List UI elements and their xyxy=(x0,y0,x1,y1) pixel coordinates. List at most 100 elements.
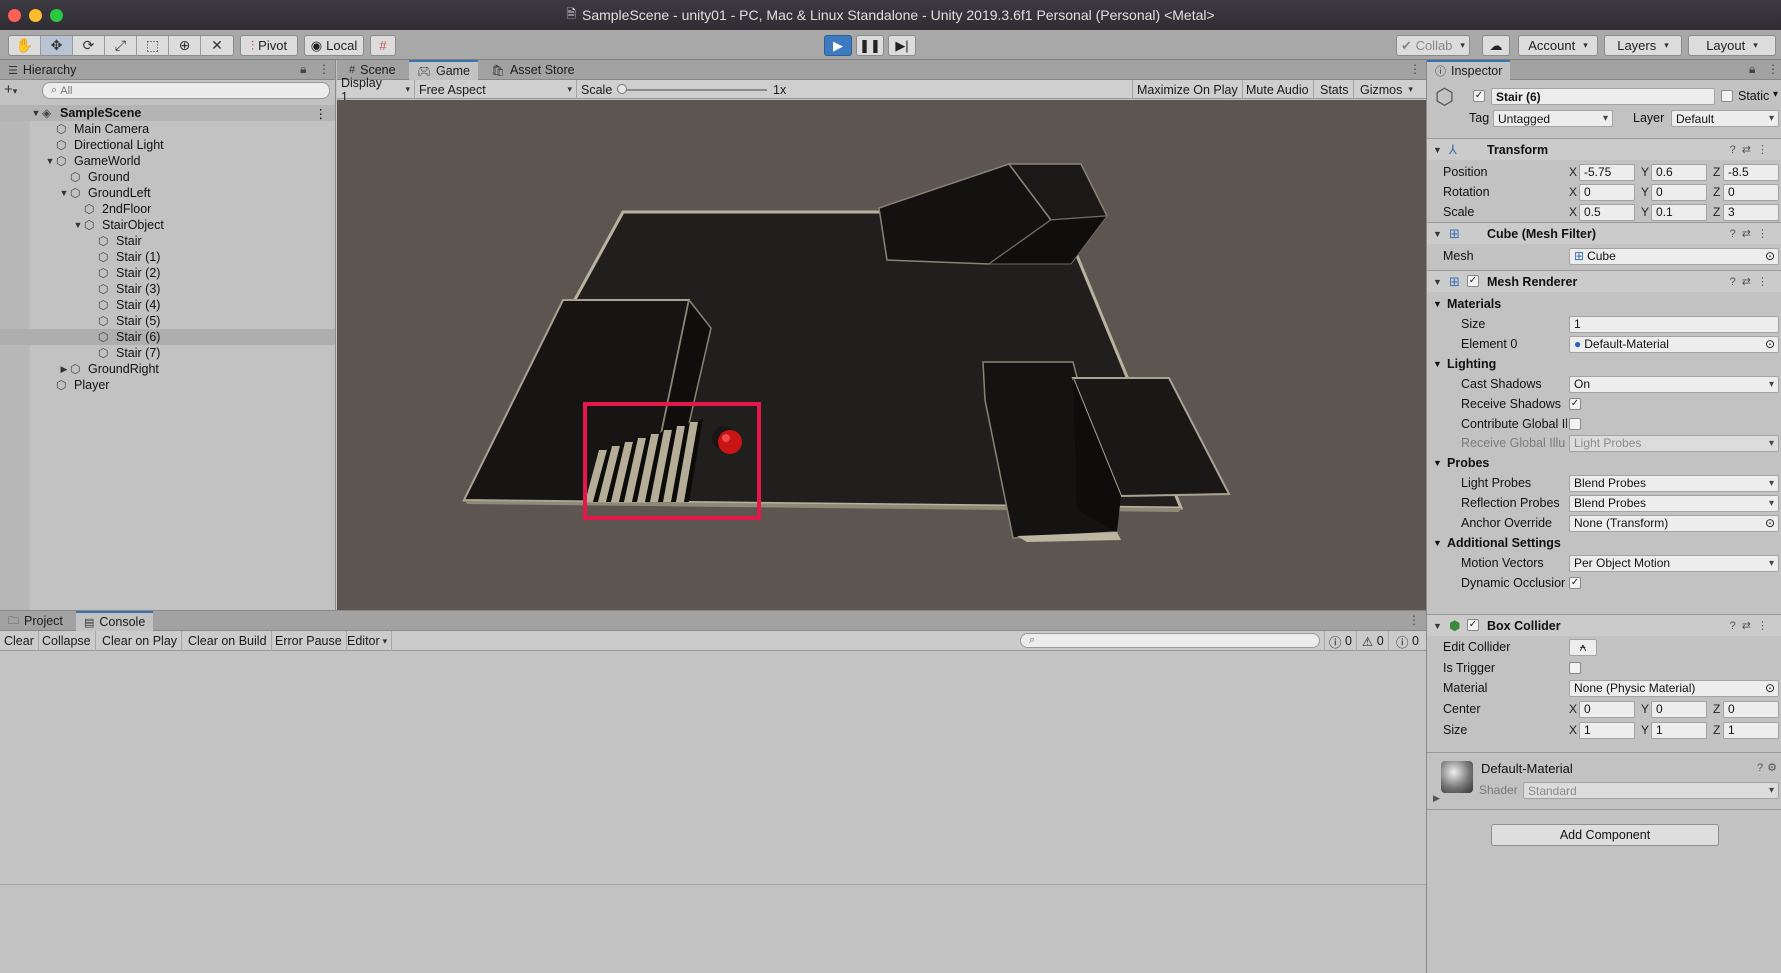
scale-x-field[interactable]: 0.5 xyxy=(1579,203,1635,221)
hierarchy-item[interactable]: ▼ ⬡ GameWorld xyxy=(0,153,335,169)
anchor-override-field[interactable]: None (Transform) ⊙ xyxy=(1569,514,1779,532)
object-name-field[interactable]: Stair (6) xyxy=(1491,88,1715,105)
custom-tool-icon[interactable]: ✕ xyxy=(201,36,233,55)
mute-audio-toggle[interactable]: Mute Audio xyxy=(1242,80,1314,99)
collider-size-y-field[interactable]: 1 xyxy=(1651,721,1707,739)
hierarchy-item[interactable]: ⬡ Stair (6) xyxy=(0,329,335,345)
add-component-button[interactable]: Add Component xyxy=(1491,824,1719,846)
expand-arrow-icon[interactable]: ▼ xyxy=(30,108,42,118)
rect-tool-icon[interactable]: ⬚ xyxy=(137,36,169,55)
step-button[interactable]: ▶| xyxy=(888,35,916,56)
tab-inspector[interactable]: ⓘ Inspector xyxy=(1427,60,1511,80)
box-collider-enabled-checkbox[interactable]: ✓ xyxy=(1467,619,1479,631)
local-toggle[interactable]: ◉ Local xyxy=(304,35,364,56)
pause-button[interactable]: ❚❚ xyxy=(856,35,884,56)
cast-shadows-dropdown[interactable]: On xyxy=(1569,375,1779,393)
mesh-field[interactable]: ⊞ Cube ⊙ xyxy=(1569,247,1779,265)
clear-on-play-toggle[interactable]: Clear on Play xyxy=(98,631,183,651)
component-tools-icons[interactable]: ?⇄⋮ xyxy=(1730,227,1774,240)
log-filter-toggle[interactable]: ⓘ 0 xyxy=(1324,631,1357,651)
light-probes-dropdown[interactable]: Blend Probes xyxy=(1569,474,1779,492)
element0-field[interactable]: ● Default-Material ⊙ xyxy=(1569,335,1779,353)
position-z-field[interactable]: -8.5 xyxy=(1723,163,1779,181)
probes-section[interactable]: ▼ Probes xyxy=(1427,453,1781,473)
layer-dropdown[interactable]: Default xyxy=(1671,110,1779,127)
scale-tool-icon[interactable]: ⤢ xyxy=(105,36,137,55)
layers-dropdown[interactable]: Layers ▾ xyxy=(1604,35,1682,56)
hierarchy-item[interactable]: ▼ ⬡ StairObject xyxy=(0,217,335,233)
collapse-toggle[interactable]: Collapse xyxy=(38,631,96,651)
layout-dropdown[interactable]: Layout ▾ xyxy=(1688,35,1776,56)
center-y-field[interactable]: 0 xyxy=(1651,700,1707,718)
materials-section[interactable]: ▼ Materials xyxy=(1427,294,1781,314)
maximize-window-button[interactable] xyxy=(50,9,63,22)
hierarchy-item[interactable]: ⬡ Stair xyxy=(0,233,335,249)
create-dropdown[interactable]: +▾ xyxy=(4,81,17,98)
expand-arrow-icon[interactable]: ▼ xyxy=(72,220,84,230)
rotation-x-field[interactable]: 0 xyxy=(1579,183,1635,201)
warning-filter-toggle[interactable]: ⚠ 0 xyxy=(1358,631,1389,651)
fold-arrow-icon[interactable]: ▼ xyxy=(1433,359,1442,369)
stats-toggle[interactable]: Stats xyxy=(1316,80,1354,99)
dynamic-occlusion-checkbox[interactable]: ✓ xyxy=(1569,577,1581,589)
fold-arrow-icon[interactable]: ▼ xyxy=(1433,145,1442,155)
play-button[interactable]: ▶ xyxy=(824,35,852,56)
aspect-dropdown[interactable]: Free Aspect ▾ xyxy=(415,80,577,99)
editor-dropdown[interactable]: Editor ▾ xyxy=(343,631,393,651)
hierarchy-item[interactable]: ⬡ Player xyxy=(0,377,335,393)
transform-header[interactable]: ▼ ⅄ Transform ?⇄⋮ xyxy=(1427,138,1781,160)
receive-shadows-checkbox[interactable]: ✓ xyxy=(1569,398,1581,410)
hierarchy-item[interactable]: ⬡ Stair (4) xyxy=(0,297,335,313)
scale-y-field[interactable]: 0.1 xyxy=(1651,203,1707,221)
mesh-renderer-enabled-checkbox[interactable]: ✓ xyxy=(1467,275,1479,287)
component-tools-icons[interactable]: ?⇄⋮ xyxy=(1730,275,1774,288)
receive-gi-dropdown[interactable]: Light Probes xyxy=(1569,434,1779,452)
scene-menu-icon[interactable]: ⋮ xyxy=(315,106,328,121)
fold-arrow-icon[interactable]: ▼ xyxy=(1433,538,1442,548)
clear-button[interactable]: Clear xyxy=(0,631,39,651)
minimize-window-button[interactable] xyxy=(29,9,42,22)
error-pause-toggle[interactable]: Error Pause xyxy=(271,631,347,651)
lock-icon[interactable]: 🔒︎ xyxy=(300,62,306,77)
mesh-renderer-header[interactable]: ▼ ⊞ ✓ Mesh Renderer ?⇄⋮ xyxy=(1427,270,1781,292)
hierarchy-item[interactable]: ⬡ Stair (1) xyxy=(0,249,335,265)
gizmos-dropdown[interactable]: Gizmos ▾ xyxy=(1356,80,1426,99)
motion-vectors-dropdown[interactable]: Per Object Motion xyxy=(1569,554,1779,572)
fold-arrow-icon[interactable]: ▼ xyxy=(1433,229,1442,239)
inspector-menu-icon[interactable]: ⋮ xyxy=(1767,62,1779,76)
transform-tool-icon[interactable]: ⊕ xyxy=(169,36,201,55)
hierarchy-item[interactable]: ⬡ 2ndFloor xyxy=(0,201,335,217)
fold-arrow-icon[interactable]: ▼ xyxy=(1433,458,1442,468)
fold-arrow-icon[interactable]: ▼ xyxy=(1433,277,1442,287)
rotation-z-field[interactable]: 0 xyxy=(1723,183,1779,201)
scale-slider-track[interactable] xyxy=(621,89,767,91)
hierarchy-scene-row[interactable]: ▼ ◈ SampleScene ⋮ xyxy=(0,105,335,121)
active-checkbox[interactable]: ✓ xyxy=(1473,90,1485,102)
console-panel-menu-icon[interactable]: ⋮ xyxy=(1408,613,1420,627)
error-filter-toggle[interactable]: ⓘ 0 xyxy=(1392,631,1423,651)
static-dropdown-icon[interactable]: ▾ xyxy=(1773,89,1778,100)
expand-arrow-icon[interactable]: ▼ xyxy=(58,188,70,198)
is-trigger-checkbox[interactable] xyxy=(1569,662,1581,674)
hierarchy-search-input[interactable]: ⌕ All xyxy=(42,82,330,99)
game-panel-menu-icon[interactable]: ⋮ xyxy=(1409,62,1421,76)
hierarchy-item[interactable]: ⬡ Stair (5) xyxy=(0,313,335,329)
fold-arrow-icon[interactable]: ▼ xyxy=(1433,299,1442,309)
additional-settings-section[interactable]: ▼ Additional Settings xyxy=(1427,533,1781,553)
tab-project[interactable]: 🗀 Project xyxy=(0,611,71,631)
tab-game[interactable]: 🎮︎ Game xyxy=(409,60,479,80)
material-fold-icon[interactable]: ▶ xyxy=(1433,793,1440,804)
cloud-icon[interactable]: ☁ xyxy=(1482,35,1510,56)
hierarchy-item[interactable]: ▶ ⬡ GroundRight xyxy=(0,361,335,377)
panel-menu-icon[interactable]: ⋮ xyxy=(318,62,330,76)
position-y-field[interactable]: 0.6 xyxy=(1651,163,1707,181)
collider-size-x-field[interactable]: 1 xyxy=(1579,721,1635,739)
display-dropdown[interactable]: Display 1 ▾ xyxy=(337,76,415,104)
component-tools-icons[interactable]: ?⇄⋮ xyxy=(1730,143,1774,156)
expand-arrow-icon[interactable]: ▼ xyxy=(44,156,56,166)
material-tools-icons[interactable]: ?⚙ xyxy=(1757,761,1781,774)
hierarchy-item[interactable]: ⬡ Directional Light xyxy=(0,137,335,153)
collider-size-z-field[interactable]: 1 xyxy=(1723,721,1779,739)
inspector-lock-icon[interactable]: 🔒︎ xyxy=(1749,62,1755,77)
static-checkbox[interactable] xyxy=(1721,90,1733,102)
